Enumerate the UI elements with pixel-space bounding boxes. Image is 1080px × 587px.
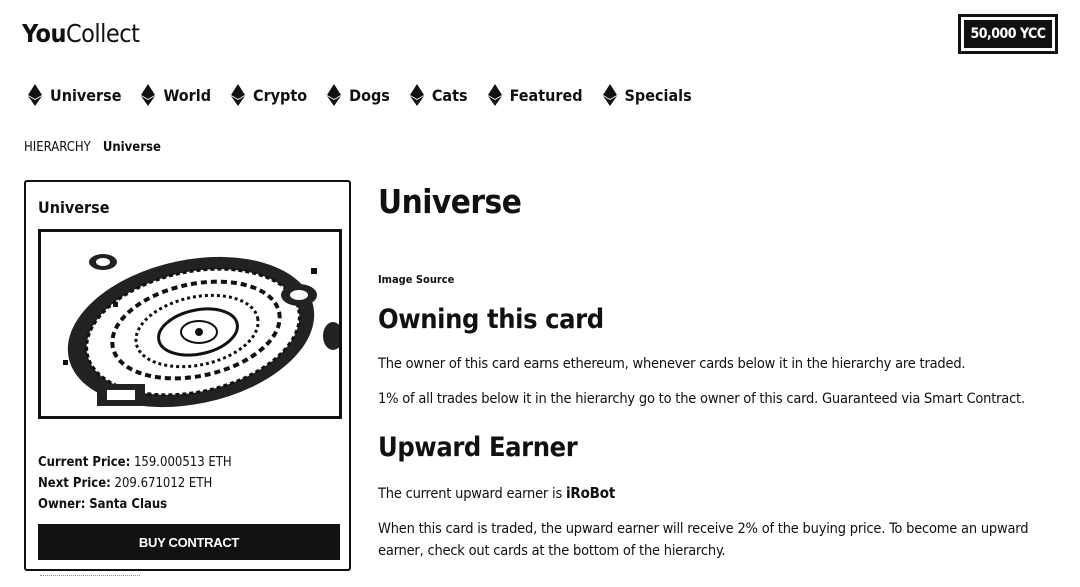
owner-value[interactable]: Santa Claus xyxy=(89,497,167,512)
balance-value: 50,000 YCC xyxy=(964,20,1052,48)
next-price-label: Next Price: xyxy=(38,476,111,491)
nav-item-cats[interactable]: Cats xyxy=(409,84,468,106)
breadcrumb-root[interactable]: HIERARCHY xyxy=(24,140,91,155)
current-price-label: Current Price: xyxy=(38,455,131,470)
card-details: Universe Image Source Owning this card T… xyxy=(378,182,1068,559)
ethereum-icon xyxy=(602,84,617,106)
nav-label: Cats xyxy=(431,85,468,105)
nav-label: Specials xyxy=(624,85,692,105)
owning-text-2: 1% of all trades below it in the hierarc… xyxy=(378,391,1025,407)
upward-prefix: The current upward earner is xyxy=(378,486,563,502)
logo-bold: You xyxy=(22,19,66,48)
ethereum-icon xyxy=(409,84,424,106)
nav-item-universe[interactable]: Universe xyxy=(28,84,121,106)
owner: Owner: Santa Claus xyxy=(38,494,232,515)
nav-label: World xyxy=(163,85,211,105)
next-price-value: 209.671012 ETH xyxy=(114,476,213,491)
nav-item-world[interactable]: World xyxy=(141,84,211,106)
nav-item-crypto[interactable]: Crypto xyxy=(231,84,307,106)
balance-badge[interactable]: 50,000 YCC xyxy=(958,14,1058,54)
ethereum-icon xyxy=(487,84,502,106)
nav-label: Dogs xyxy=(349,85,390,105)
nav-item-specials[interactable]: Specials xyxy=(602,84,692,106)
upward-heading: Upward Earner xyxy=(378,432,578,463)
galaxy-illustration xyxy=(41,232,339,416)
page-title: Universe xyxy=(378,182,522,221)
card-title: Universe xyxy=(38,198,110,217)
nav-label: Featured xyxy=(509,85,583,105)
app-logo[interactable]: YouCollect xyxy=(22,19,140,48)
ethereum-icon xyxy=(327,84,342,106)
current-price-value: 159.000513 ETH xyxy=(133,455,232,470)
category-nav: Universe World Crypto Dogs Cats Featured… xyxy=(28,84,712,106)
upward-text-2: When this card is traded, the upward ear… xyxy=(378,521,1029,559)
nav-label: Universe xyxy=(50,85,122,105)
breadcrumb: HIERARCHY Universe xyxy=(24,140,161,155)
ethereum-icon xyxy=(231,84,245,106)
image-source-link[interactable]: Image Source xyxy=(378,273,1068,286)
nav-item-featured[interactable]: Featured xyxy=(487,84,583,106)
buy-contract-button[interactable]: BUY CONTRACT xyxy=(38,524,340,560)
collectible-card: Universe Current Price: 159.000513 ETH N… xyxy=(24,180,351,571)
owner-label: Owner: xyxy=(38,497,86,512)
ethereum-icon xyxy=(141,84,156,106)
current-price: Current Price: 159.000513 ETH xyxy=(38,452,232,473)
owning-heading: Owning this card xyxy=(378,304,604,335)
card-info: Current Price: 159.000513 ETH Next Price… xyxy=(38,452,232,515)
ethereum-icon xyxy=(28,84,42,106)
nav-label: Crypto xyxy=(253,85,308,105)
breadcrumb-current: Universe xyxy=(102,140,161,155)
galaxy-image xyxy=(38,229,342,419)
nav-item-dogs[interactable]: Dogs xyxy=(327,84,390,106)
divider xyxy=(40,575,140,576)
upward-earner-name[interactable]: iRoBot xyxy=(566,484,615,502)
upward-text-1: The current upward earner is iRoBot xyxy=(378,482,615,505)
owning-text-1: The owner of this card earns ethereum, w… xyxy=(378,356,966,372)
logo-rest: Collect xyxy=(65,19,140,48)
next-price: Next Price: 209.671012 ETH xyxy=(38,473,232,494)
